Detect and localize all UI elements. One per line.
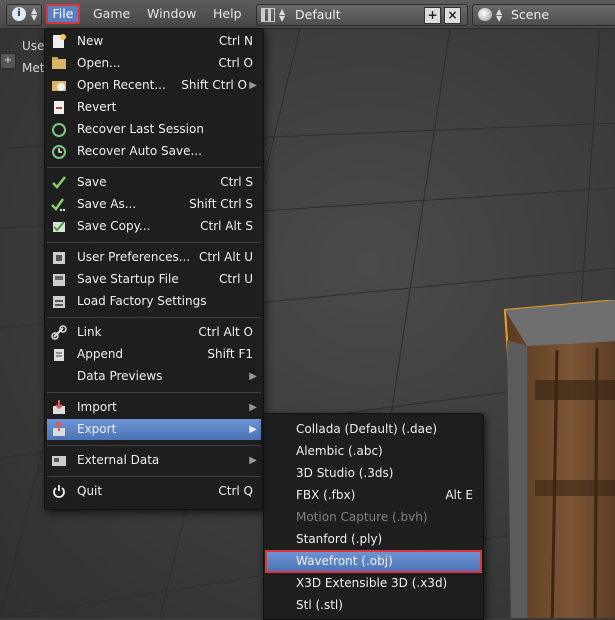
menu-help[interactable]: Help bbox=[213, 4, 242, 24]
add-layout-button[interactable]: + bbox=[424, 7, 441, 24]
export-submenu: Collada (Default) (.dae) Alembic (.abc) … bbox=[263, 413, 484, 620]
export-item-collada[interactable]: Collada (Default) (.dae) bbox=[266, 419, 481, 440]
menu-item-save-copy[interactable]: Save Copy... Ctrl Alt S bbox=[47, 216, 261, 237]
open-recent-icon bbox=[51, 78, 67, 93]
layout-grid-icon bbox=[261, 8, 275, 22]
info-header-bar: i ▲ ▼ File Game Window Help ▲ ▼ Default + … bbox=[0, 0, 615, 29]
menu-separator bbox=[47, 317, 261, 318]
menu-item-save-startup-file[interactable]: Save Startup File Ctrl U bbox=[47, 269, 261, 290]
link-icon bbox=[51, 325, 67, 340]
import-icon bbox=[51, 400, 67, 415]
info-icon: i bbox=[12, 7, 26, 21]
preferences-icon bbox=[51, 250, 67, 265]
toolshelf-toggle-button[interactable]: + bbox=[0, 53, 16, 69]
menu-item-data-previews[interactable]: Data Previews ▶ bbox=[47, 366, 261, 387]
menu-separator bbox=[47, 242, 261, 243]
menu-item-quit[interactable]: Quit Ctrl Q bbox=[47, 481, 261, 502]
file-menu: New Ctrl N Open... Ctrl O Open Recent...… bbox=[44, 28, 264, 510]
append-icon bbox=[51, 347, 67, 362]
save-startup-icon bbox=[51, 272, 67, 287]
export-item-stl[interactable]: Stl (.stl) bbox=[266, 595, 481, 616]
menu-item-open[interactable]: Open... Ctrl O bbox=[47, 53, 261, 74]
factory-settings-icon bbox=[51, 294, 67, 309]
export-item-wavefront[interactable]: Wavefront (.obj) bbox=[265, 550, 482, 573]
chevron-right-icon: ▶ bbox=[249, 80, 257, 91]
chevron-right-icon: ▶ bbox=[249, 371, 257, 382]
chevron-updown-icon: ▲ ▼ bbox=[31, 6, 38, 22]
editor-type-button[interactable]: i ▲ ▼ bbox=[6, 4, 42, 26]
export-item-motion-capture: Motion Capture (.bvh) bbox=[296, 510, 428, 524]
menu-item-save[interactable]: Save Ctrl S bbox=[47, 172, 261, 193]
chevron-right-icon: ▶ bbox=[249, 424, 257, 435]
menu-separator bbox=[47, 445, 261, 446]
chevron-updown-icon: ▲ ▼ bbox=[279, 7, 286, 23]
menu-game[interactable]: Game bbox=[93, 4, 130, 24]
menu-item-user-preferences[interactable]: User Preferences... Ctrl Alt U bbox=[47, 247, 261, 268]
save-copy-icon bbox=[51, 219, 67, 234]
menu-file[interactable]: File bbox=[46, 4, 80, 24]
menu-item-import[interactable]: Import ▶ bbox=[47, 397, 261, 418]
chevron-updown-icon: ▲ ▼ bbox=[496, 7, 503, 23]
menu-item-external-data[interactable]: External Data ▶ bbox=[47, 450, 261, 471]
menu-item-load-factory-settings[interactable]: Load Factory Settings bbox=[47, 291, 261, 312]
recover-autosave-icon bbox=[51, 144, 67, 159]
menu-separator bbox=[47, 476, 261, 477]
menu-item-link[interactable]: Link Ctrl Alt O bbox=[47, 322, 261, 343]
menu-separator bbox=[47, 392, 261, 393]
wooden-crate-object[interactable] bbox=[497, 300, 615, 618]
menu-item-save-as[interactable]: Save As... Shift Ctrl S bbox=[47, 194, 261, 215]
folder-open-icon bbox=[51, 56, 67, 71]
scene-name: Scene bbox=[511, 7, 550, 22]
menu-item-open-recent[interactable]: Open Recent... Shift Ctrl O ▶ bbox=[47, 75, 261, 96]
export-item-fbx[interactable]: FBX (.fbx) Alt E bbox=[266, 485, 481, 506]
menu-window[interactable]: Window bbox=[147, 4, 196, 24]
menu-separator bbox=[47, 167, 261, 168]
menu-item-recover-auto-save[interactable]: Recover Auto Save... bbox=[47, 141, 261, 162]
scene-selector[interactable]: ▲ ▼ Scene bbox=[472, 4, 615, 26]
revert-icon bbox=[51, 100, 67, 115]
checkmark-dots-icon bbox=[51, 197, 67, 212]
delete-layout-button[interactable]: × bbox=[444, 7, 461, 24]
menu-item-recover-last-session[interactable]: Recover Last Session bbox=[47, 119, 261, 140]
chevron-right-icon: ▶ bbox=[249, 455, 257, 466]
new-file-icon bbox=[51, 34, 67, 49]
screen-layout-selector[interactable]: ▲ ▼ Default + × bbox=[256, 4, 468, 26]
external-data-icon bbox=[51, 453, 67, 468]
menu-item-append[interactable]: Append Shift F1 bbox=[47, 344, 261, 365]
scene-icon bbox=[478, 8, 492, 21]
chevron-right-icon: ▶ bbox=[249, 402, 257, 413]
export-item-stanford[interactable]: Stanford (.ply) bbox=[266, 529, 481, 550]
recover-icon bbox=[51, 122, 67, 137]
menu-item-new[interactable]: New Ctrl N bbox=[47, 31, 261, 52]
menu-item-revert[interactable]: Revert bbox=[47, 97, 261, 118]
export-icon bbox=[51, 420, 67, 437]
export-item-3d-studio[interactable]: 3D Studio (.3ds) bbox=[266, 463, 481, 484]
layout-name: Default bbox=[295, 7, 341, 22]
export-item-x3d[interactable]: X3D Extensible 3D (.x3d) bbox=[266, 573, 481, 594]
checkmark-icon bbox=[51, 175, 67, 190]
power-icon bbox=[51, 484, 67, 499]
menu-item-export[interactable]: Export ▶ bbox=[47, 419, 261, 440]
export-item-alembic[interactable]: Alembic (.abc) bbox=[266, 441, 481, 462]
